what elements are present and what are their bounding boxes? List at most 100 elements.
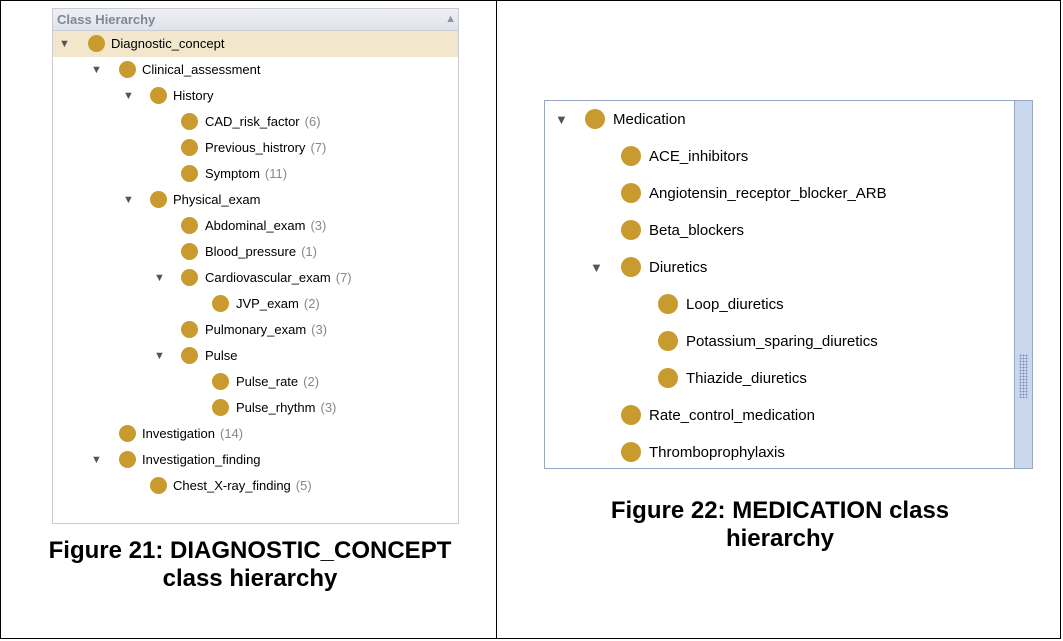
figure-caption-left: Figure 21: DIAGNOSTIC_CONCEPT class hier… — [48, 537, 452, 592]
tree-node-label: JVP_exam — [236, 296, 299, 311]
tree-node-investigation[interactable]: Investigation (14) — [53, 421, 458, 447]
expand-triangle-icon[interactable]: ▼ — [91, 447, 102, 473]
tree-node-history[interactable]: ▼ History — [53, 83, 458, 109]
tree-node-symptom[interactable]: Symptom (11) — [53, 161, 458, 187]
tree-node-blood-pressure[interactable]: Blood_pressure (1) — [53, 239, 458, 265]
tree-node-label: Diagnostic_concept — [111, 36, 225, 51]
medication-hierarchy-panel: ▼ Medication ACE_inhibitors Angiotensin_… — [544, 100, 1033, 469]
class-icon — [212, 295, 229, 312]
class-icon — [658, 368, 678, 388]
expand-triangle-icon[interactable]: ▼ — [154, 265, 165, 291]
tree-node-label: Blood_pressure — [205, 244, 297, 259]
class-icon — [621, 183, 641, 203]
tree-node-thiazide-diuretics[interactable]: Thiazide_diuretics — [545, 360, 1015, 397]
expand-triangle-icon[interactable]: ▼ — [59, 31, 70, 57]
tree-node-investigation-finding[interactable]: ▼ Investigation_finding — [53, 447, 458, 473]
tree-node-label: Investigation — [142, 426, 215, 441]
tree-node-diagnostic-concept[interactable]: ▼ Diagnostic_concept — [53, 31, 458, 57]
tree-node-label: Pulse_rate — [236, 374, 299, 389]
tree-node-pulse-rate[interactable]: Pulse_rate (2) — [53, 369, 458, 395]
class-icon — [621, 405, 641, 425]
instance-count: (3) — [320, 400, 337, 415]
table-divider — [496, 0, 497, 639]
tree-node-label: Medication — [613, 111, 686, 128]
class-icon — [621, 442, 641, 462]
class-icon — [181, 217, 198, 234]
instance-count: (3) — [310, 218, 327, 233]
instance-count: (11) — [264, 166, 288, 181]
expand-triangle-icon[interactable]: ▼ — [123, 83, 134, 109]
tree-node-label: Pulse — [205, 348, 238, 363]
tree-node-label: Pulmonary_exam — [205, 322, 307, 337]
class-icon — [585, 109, 605, 129]
tree-node-loop-diuretics[interactable]: Loop_diuretics — [545, 286, 1015, 323]
instance-count: (2) — [303, 374, 320, 389]
expand-triangle-icon[interactable]: ▼ — [590, 249, 603, 286]
class-icon — [621, 257, 641, 277]
tree-node-label: Beta_blockers — [649, 222, 745, 239]
class-icon — [181, 113, 198, 130]
class-icon — [181, 269, 198, 286]
class-icon — [621, 146, 641, 166]
collapse-icon[interactable]: ▲ — [445, 9, 456, 30]
tree-node-pulmonary-exam[interactable]: Pulmonary_exam (3) — [53, 317, 458, 343]
tree-node-beta-blockers[interactable]: Beta_blockers — [545, 212, 1015, 249]
panel-title: Class Hierarchy — [57, 12, 156, 27]
class-icon — [212, 399, 229, 416]
expand-triangle-icon[interactable]: ▼ — [123, 187, 134, 213]
tree-node-jvp-exam[interactable]: JVP_exam (2) — [53, 291, 458, 317]
tree-node-diuretics[interactable]: ▼ Diuretics — [545, 249, 1015, 286]
tree-node-previous-histrory[interactable]: Previous_histrory (7) — [53, 135, 458, 161]
class-icon — [181, 165, 198, 182]
instance-count: (14) — [220, 426, 244, 441]
tree-node-label: Angiotensin_receptor_blocker_ARB — [649, 185, 887, 202]
tree-node-clinical-assessment[interactable]: ▼ Clinical_assessment — [53, 57, 458, 83]
tree-node-ace-inhibitors[interactable]: ACE_inhibitors — [545, 138, 1015, 175]
class-icon — [658, 294, 678, 314]
expand-triangle-icon[interactable]: ▼ — [154, 343, 165, 369]
class-icon — [181, 243, 198, 260]
instance-count: (7) — [310, 140, 327, 155]
tree-node-label: Abdominal_exam — [205, 218, 306, 233]
instance-count: (7) — [335, 270, 352, 285]
tree-node-label: Rate_control_medication — [649, 407, 815, 424]
tree-node-pulse[interactable]: ▼ Pulse — [53, 343, 458, 369]
expand-triangle-icon[interactable]: ▼ — [91, 57, 102, 83]
tree-node-physical-exam[interactable]: ▼ Physical_exam — [53, 187, 458, 213]
tree-node-label: Chest_X-ray_finding — [173, 478, 291, 493]
tree-node-potassium-sparing-diuretics[interactable]: Potassium_sparing_diuretics — [545, 323, 1015, 360]
tree-node-medication[interactable]: ▼ Medication — [545, 101, 1015, 138]
tree-node-label: Investigation_finding — [142, 452, 261, 467]
instance-count: (2) — [303, 296, 320, 311]
tree-node-thromboprophylaxis[interactable]: Thromboprophylaxis — [545, 434, 1015, 468]
tree-node-label: Thromboprophylaxis — [649, 444, 785, 461]
class-icon — [150, 191, 167, 208]
tree-node-rate-control-medication[interactable]: Rate_control_medication — [545, 397, 1015, 434]
tree-node-cad-risk-factor[interactable]: CAD_risk_factor (6) — [53, 109, 458, 135]
class-icon — [150, 477, 167, 494]
tree-node-label: Pulse_rhythm — [236, 400, 316, 415]
tree-node-chest-x-ray-finding[interactable]: Chest_X-ray_finding (5) — [53, 473, 458, 499]
tree-node-label: Clinical_assessment — [142, 62, 261, 77]
tree-node-label: Potassium_sparing_diuretics — [686, 333, 878, 350]
tree-node-label: Previous_histrory — [205, 140, 306, 155]
tree-node-label: Loop_diuretics — [686, 296, 784, 313]
class-icon — [658, 331, 678, 351]
class-icon — [181, 139, 198, 156]
class-icon — [212, 373, 229, 390]
expand-triangle-icon[interactable]: ▼ — [555, 101, 568, 138]
instance-count: (1) — [301, 244, 317, 259]
tree-node-angiotensin-receptor-blocker-arb[interactable]: Angiotensin_receptor_blocker_ARB — [545, 175, 1015, 212]
tree-node-label: Diuretics — [649, 259, 708, 276]
tree-node-label: Thiazide_diuretics — [686, 370, 807, 387]
instance-count: (5) — [295, 478, 312, 493]
tree-node-abdominal-exam[interactable]: Abdominal_exam (3) — [53, 213, 458, 239]
tree-node-cardiovascular-exam[interactable]: ▼ Cardiovascular_exam (7) — [53, 265, 458, 291]
vertical-scrollbar[interactable] — [1014, 101, 1032, 468]
instance-count: (6) — [304, 114, 321, 129]
scrollbar-grip[interactable] — [1019, 354, 1028, 398]
tree-node-label: History — [173, 88, 214, 103]
class-icon — [119, 451, 136, 468]
tree-node-pulse-rhythm[interactable]: Pulse_rhythm (3) — [53, 395, 458, 421]
class-icon — [88, 35, 105, 52]
